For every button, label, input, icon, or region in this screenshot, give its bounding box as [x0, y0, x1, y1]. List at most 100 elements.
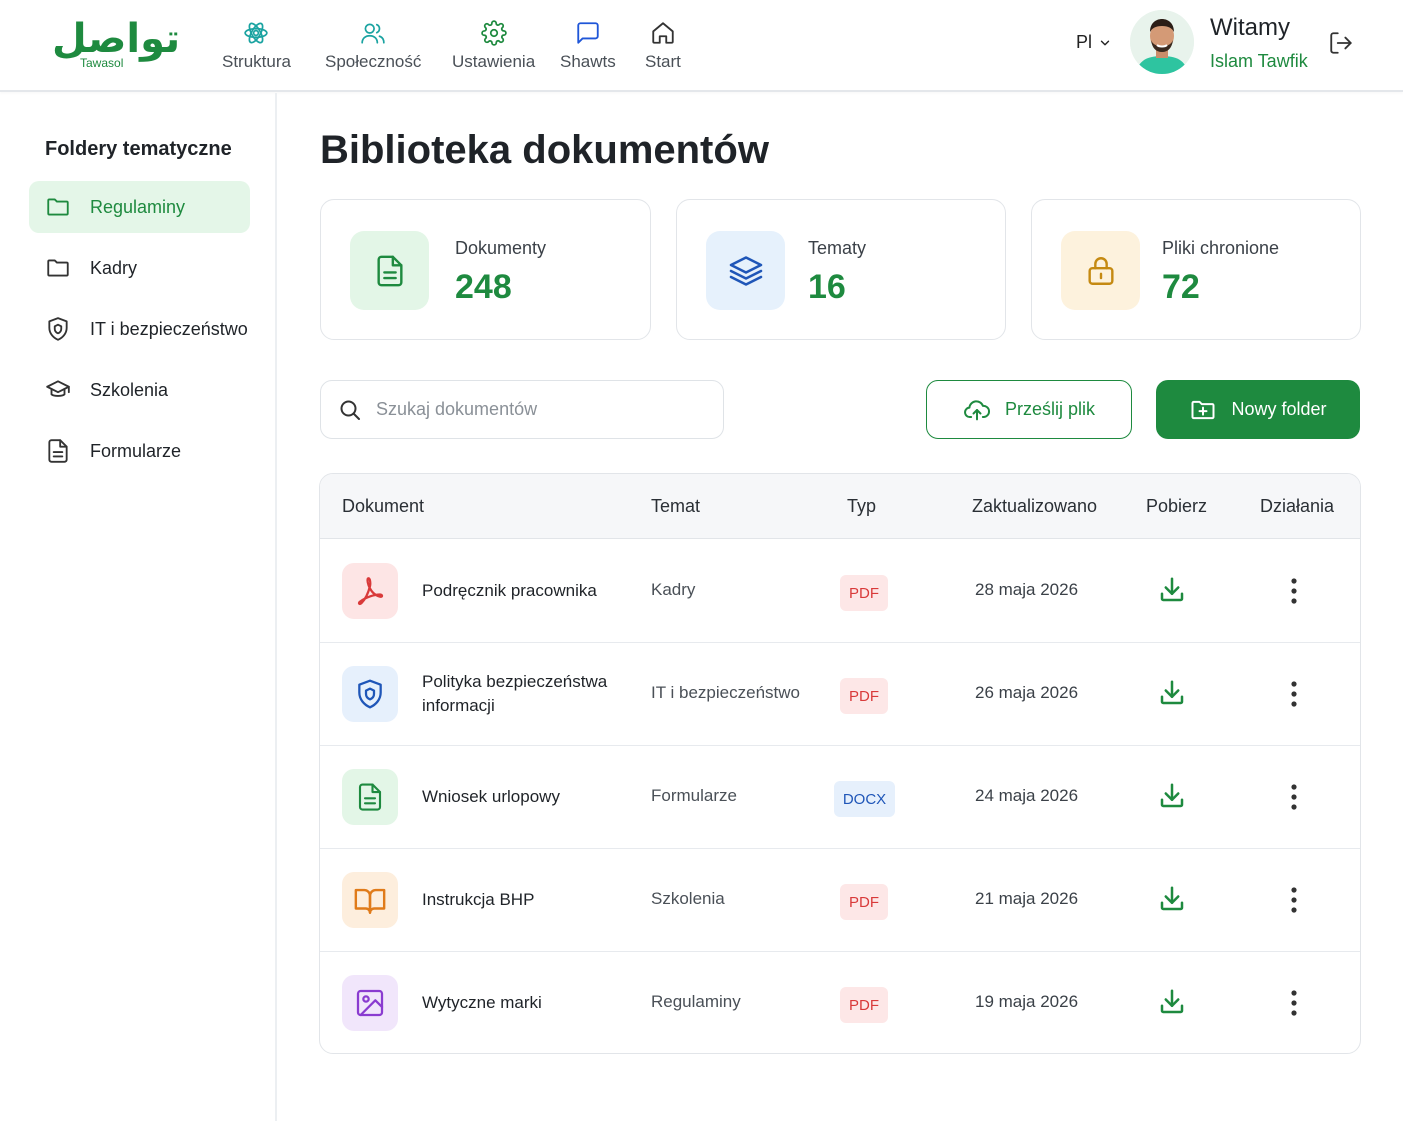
nav-start[interactable]: Start [645, 20, 681, 72]
search-icon [338, 398, 362, 422]
sidebar-item-label: Regulaminy [90, 196, 186, 217]
nav-label: Struktura [222, 52, 291, 71]
document-name[interactable]: Wytyczne marki [422, 991, 632, 1015]
language-code: Pl [1076, 32, 1093, 52]
shield-icon [342, 666, 398, 722]
layers-icon [706, 231, 785, 310]
document-icon [342, 769, 398, 825]
column-header-actions: Działania [1260, 496, 1335, 516]
stat-card-protected: Pliki chronione 72 [1031, 199, 1361, 340]
file-type-badge: PDF [840, 575, 888, 611]
document-updated: 28 maja 2026 [975, 580, 1079, 599]
more-actions-icon[interactable] [1283, 577, 1305, 605]
stat-value: 16 [808, 268, 846, 306]
chat-icon [575, 20, 601, 46]
more-actions-icon[interactable] [1283, 680, 1305, 708]
download-icon[interactable] [1157, 575, 1187, 605]
column-header-document[interactable]: Dokument [342, 496, 424, 517]
stat-label: Tematy [808, 238, 867, 258]
table-row[interactable]: Wytyczne marki Regulaminy PDF 19 maja 20… [320, 952, 1360, 1053]
stat-card-topics: Tematy 16 [676, 199, 1006, 340]
home-icon [650, 20, 676, 46]
chevron-down-icon [1098, 36, 1112, 50]
lock-icon [1061, 231, 1140, 310]
gear-icon [480, 20, 507, 46]
nav-struktura[interactable]: Struktura [222, 20, 291, 72]
file-type-badge: PDF [840, 987, 888, 1023]
upload-file-label: Prześlij plik [1004, 399, 1096, 419]
document-updated: 19 maja 2026 [975, 992, 1079, 1011]
graduation-cap-icon [45, 377, 71, 403]
column-header-topic[interactable]: Temat [651, 496, 700, 517]
table-row[interactable]: Wniosek urlopowy Formularze DOCX 24 maja… [320, 746, 1360, 849]
language-selector[interactable]: Pl [1076, 32, 1112, 53]
column-header-updated[interactable]: Zaktualizowano [972, 496, 1097, 517]
more-actions-icon[interactable] [1283, 886, 1305, 914]
nav-ustawienia[interactable]: Ustawienia [452, 20, 535, 72]
sidebar-item-label: Formularze [90, 440, 182, 461]
stat-value: 248 [455, 268, 512, 306]
sidebar-item-label: Kadry [90, 257, 138, 278]
sidebar: Foldery tematyczne Regulaminy Kadry IT i… [0, 93, 277, 1121]
download-icon[interactable] [1157, 884, 1187, 914]
more-actions-icon[interactable] [1283, 989, 1305, 1017]
page-title: Biblioteka dokumentów [320, 128, 769, 172]
sidebar-title: Foldery tematyczne [45, 138, 232, 160]
download-icon[interactable] [1157, 678, 1187, 708]
book-icon [342, 872, 398, 928]
table-row[interactable]: Instrukcja BHP Szkolenia PDF 21 maja 202… [320, 849, 1360, 952]
avatar[interactable] [1130, 10, 1194, 74]
search-input[interactable] [376, 399, 696, 420]
nav-label: Shawts [560, 52, 616, 71]
document-updated: 24 maja 2026 [975, 786, 1079, 805]
document-updated: 21 maja 2026 [975, 889, 1079, 908]
sidebar-item-formularze[interactable]: Formularze [29, 425, 250, 477]
document-topic: Szkolenia [651, 889, 725, 908]
search-box[interactable] [320, 380, 724, 439]
table-row[interactable]: Podręcznik pracownika Kadry PDF 28 maja … [320, 540, 1360, 643]
cloud-upload-icon [963, 396, 991, 424]
column-header-download: Pobierz [1146, 496, 1208, 516]
sidebar-item-kadry[interactable]: Kadry [29, 242, 250, 294]
sidebar-item-szkolenia[interactable]: Szkolenia [29, 364, 250, 416]
new-folder-label: Nowy folder [1231, 399, 1327, 419]
document-name[interactable]: Podręcznik pracownika [422, 579, 632, 603]
stat-value: 72 [1162, 268, 1200, 306]
nav-shawts[interactable]: Shawts [560, 20, 616, 72]
column-header-type[interactable]: Typ [847, 496, 876, 517]
document-name[interactable]: Polityka bezpieczeństwa informacji [422, 670, 632, 718]
upload-file-button[interactable]: Prześlij plik [926, 380, 1132, 439]
document-topic: Kadry [651, 580, 696, 599]
pdf-icon [342, 563, 398, 619]
folder-icon [45, 255, 71, 281]
sidebar-item-label: Szkolenia [90, 379, 169, 400]
folder-plus-icon [1189, 396, 1217, 424]
table-row[interactable]: Polityka bezpieczeństwa informacji IT i … [320, 643, 1360, 746]
nav-spolecznosc[interactable]: Społeczność [325, 20, 421, 72]
download-icon[interactable] [1157, 781, 1187, 811]
more-actions-icon[interactable] [1283, 783, 1305, 811]
user-name: Islam Tawfik [1210, 51, 1308, 71]
documents-table: Dokument Temat Typ Zaktualizowano Pobier… [319, 473, 1361, 1054]
welcome-text: Witamy [1210, 14, 1290, 41]
file-type-badge: PDF [840, 678, 888, 714]
logo-latin: Tawasol [80, 56, 124, 70]
document-topic: Regulaminy [651, 992, 741, 1011]
document-icon [350, 231, 429, 310]
users-icon [360, 20, 386, 46]
document-name[interactable]: Wniosek urlopowy [422, 785, 632, 809]
logout-icon[interactable] [1328, 30, 1354, 56]
stat-label: Dokumenty [455, 238, 547, 258]
top-header: تواصل Tawasol Struktura Społeczność Usta… [0, 0, 1403, 92]
sidebar-item-regulaminy[interactable]: Regulaminy [29, 181, 250, 233]
sidebar-item-label: IT i bezpieczeństwo [90, 318, 248, 339]
document-name[interactable]: Instrukcja BHP [422, 888, 632, 912]
file-type-badge: DOCX [834, 781, 895, 817]
download-icon[interactable] [1157, 987, 1187, 1017]
sidebar-item-it-security[interactable]: IT i bezpieczeństwo [29, 303, 250, 355]
stat-card-documents: Dokumenty 248 [320, 199, 651, 340]
folder-icon [45, 194, 71, 220]
document-updated: 26 maja 2026 [975, 683, 1079, 702]
logo[interactable]: تواصل Tawasol [52, 16, 181, 72]
new-folder-button[interactable]: Nowy folder [1156, 380, 1360, 439]
